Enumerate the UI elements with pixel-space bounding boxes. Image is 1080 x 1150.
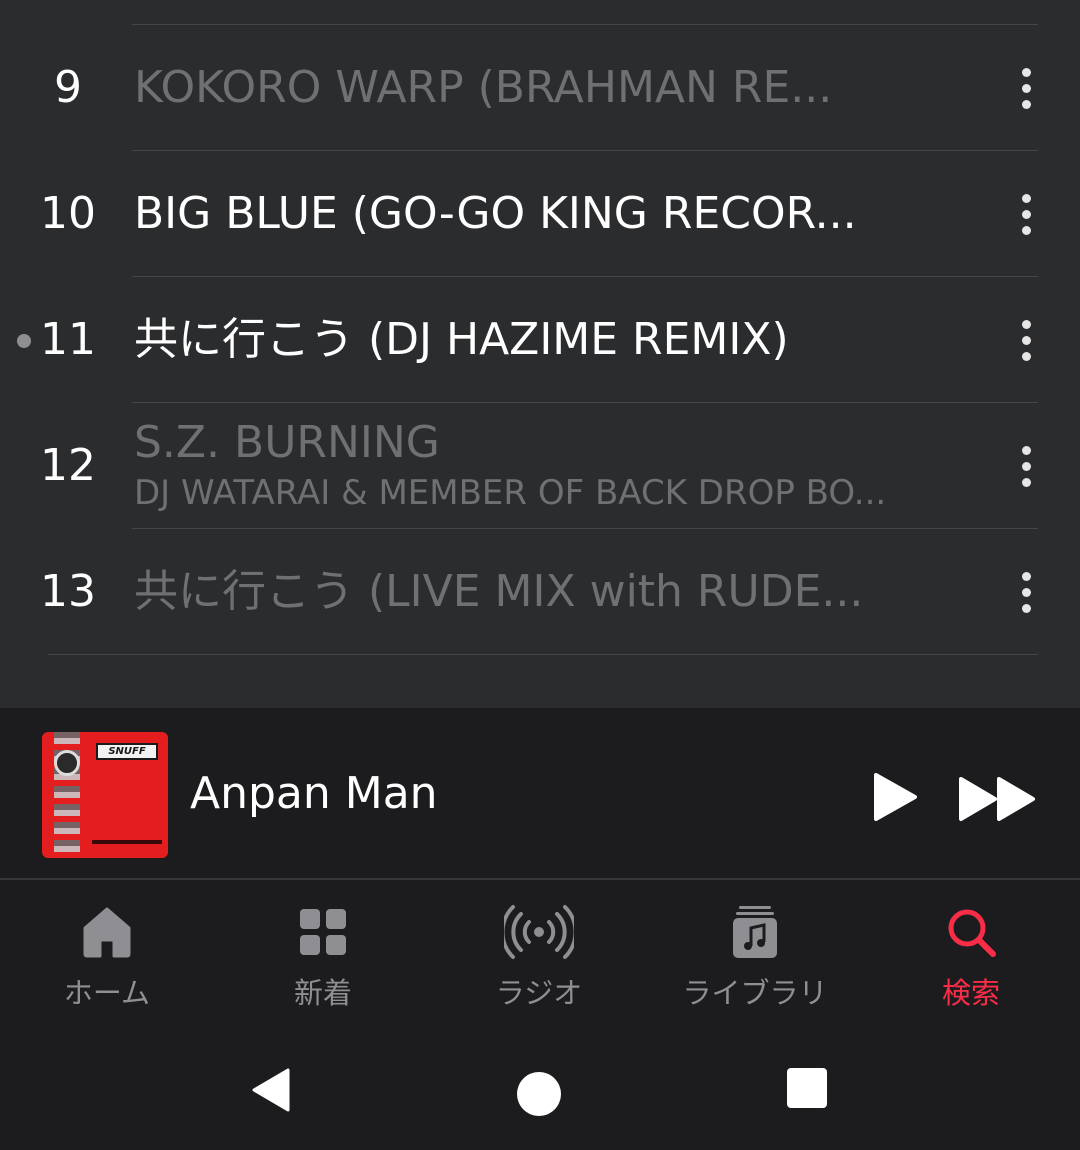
more-options-icon[interactable] bbox=[1018, 572, 1034, 614]
play-icon[interactable] bbox=[872, 772, 918, 822]
track-row-10[interactable]: 10 BIG BLUE (GO-GO KING RECOR... bbox=[0, 151, 1080, 277]
divider bbox=[48, 654, 1038, 655]
home-icon bbox=[83, 907, 131, 958]
track-title: KOKORO WARP (BRAHMAN RE... bbox=[134, 62, 833, 113]
track-number: 12 bbox=[40, 440, 96, 491]
track-row-11[interactable]: 11 共に行こう (DJ HAZIME REMIX) bbox=[0, 277, 1080, 403]
track-title: 共に行こう (DJ HAZIME REMIX) bbox=[134, 314, 789, 365]
album-art-logo: SNUFF bbox=[96, 743, 158, 760]
tab-label: 新着 bbox=[293, 976, 352, 1010]
tab-label: ラジオ bbox=[495, 976, 583, 1010]
tab-radio[interactable]: ラジオ bbox=[439, 880, 639, 1028]
tab-bar: ホーム 新着 ラジオ ライブラリ 検索 bbox=[0, 880, 1080, 1028]
recents-icon[interactable] bbox=[787, 1068, 827, 1108]
library-icon bbox=[733, 906, 777, 958]
track-number: 13 bbox=[40, 566, 96, 617]
more-options-icon[interactable] bbox=[1018, 194, 1034, 236]
track-title: BIG BLUE (GO-GO KING RECOR... bbox=[134, 188, 857, 239]
radio-icon bbox=[504, 905, 574, 959]
track-title: S.Z. BURNING bbox=[134, 417, 440, 468]
track-row-13[interactable]: 13 共に行こう (LIVE MIX with RUDE... bbox=[0, 529, 1080, 655]
tab-label: ライブラリ bbox=[682, 976, 828, 1010]
track-artist: DJ WATARAI & MEMBER OF BACK DROP BO... bbox=[134, 473, 887, 513]
more-options-icon[interactable] bbox=[1018, 320, 1034, 362]
track-list: 9 KOKORO WARP (BRAHMAN RE... 10 BIG BLUE… bbox=[0, 0, 1080, 708]
system-nav-bar bbox=[0, 1028, 1080, 1150]
tab-new[interactable]: 新着 bbox=[223, 880, 423, 1028]
album-art-ring bbox=[54, 750, 80, 776]
search-icon bbox=[948, 909, 996, 957]
track-row-12[interactable]: 12 S.Z. BURNING DJ WATARAI & MEMBER OF B… bbox=[0, 403, 1080, 529]
home-button-icon[interactable] bbox=[517, 1072, 561, 1116]
tab-search[interactable]: 検索 bbox=[871, 880, 1071, 1028]
back-icon[interactable] bbox=[250, 1066, 292, 1114]
tab-home[interactable]: ホーム bbox=[7, 880, 207, 1028]
tab-library[interactable]: ライブラリ bbox=[655, 880, 855, 1028]
tab-label: 検索 bbox=[941, 976, 1000, 1010]
now-playing-indicator bbox=[17, 334, 31, 348]
album-art[interactable]: SNUFF bbox=[42, 732, 168, 858]
fast-forward-icon[interactable] bbox=[957, 776, 1039, 822]
more-options-icon[interactable] bbox=[1018, 446, 1034, 488]
track-row-9[interactable]: 9 KOKORO WARP (BRAHMAN RE... bbox=[0, 25, 1080, 151]
track-number: 9 bbox=[54, 62, 82, 113]
album-art-caption bbox=[92, 840, 162, 844]
track-number: 10 bbox=[40, 188, 96, 239]
mini-player[interactable]: SNUFF Anpan Man bbox=[0, 708, 1080, 880]
grid-icon bbox=[300, 909, 346, 955]
more-options-icon[interactable] bbox=[1018, 68, 1034, 110]
track-title: 共に行こう (LIVE MIX with RUDE... bbox=[134, 566, 864, 617]
tab-label: ホーム bbox=[63, 976, 151, 1010]
track-number: 11 bbox=[40, 314, 96, 365]
now-playing-title[interactable]: Anpan Man bbox=[190, 708, 438, 880]
